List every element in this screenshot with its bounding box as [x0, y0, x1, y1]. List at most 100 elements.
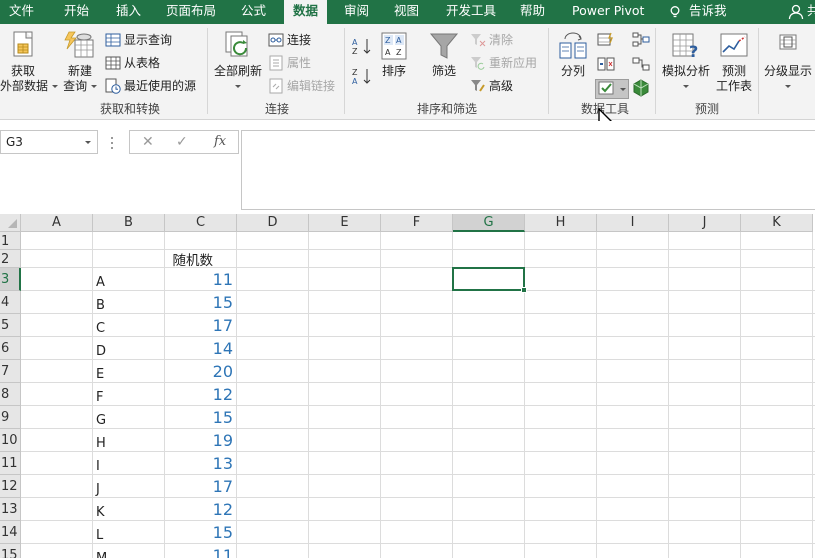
table-cell-c[interactable]: 15 [165, 407, 233, 428]
tab-review[interactable]: 审阅 [344, 0, 369, 24]
table-cell-c[interactable]: 14 [165, 338, 233, 359]
grid-line [308, 232, 309, 558]
table-cell-b[interactable]: H [96, 433, 106, 454]
table-cell-c[interactable]: 12 [165, 384, 233, 405]
row-header-12[interactable]: 12 [0, 475, 21, 498]
column-header-h[interactable]: H [525, 214, 597, 232]
tab-file[interactable]: 文件 [9, 0, 34, 24]
tab-power-pivot[interactable]: Power Pivot [572, 0, 644, 24]
table-cell-b[interactable]: J [96, 479, 100, 500]
column-header-k[interactable]: K [741, 214, 813, 232]
column-header-d[interactable]: D [237, 214, 309, 232]
filter-button[interactable]: 筛选 [424, 30, 464, 79]
enter-icon[interactable]: ✓ [176, 131, 188, 153]
table-cell-b[interactable]: F [96, 387, 103, 408]
table-cell-c[interactable]: 15 [165, 292, 233, 313]
table-cell-b[interactable]: K [96, 502, 105, 523]
remove-duplicates-button[interactable] [597, 56, 615, 75]
tab-view[interactable]: 视图 [394, 0, 419, 24]
row-header-2[interactable]: 2 [0, 250, 21, 268]
table-cell-b[interactable]: M [96, 548, 107, 558]
select-all-button[interactable] [0, 214, 21, 232]
table-cell-b[interactable]: B [96, 295, 105, 316]
text-to-columns-button[interactable]: 分列 [553, 30, 593, 79]
table-cell-c[interactable]: 11 [165, 269, 233, 290]
manage-data-model-button[interactable] [632, 79, 650, 100]
tab-formulas[interactable]: 公式 [241, 0, 266, 24]
flash-fill-button[interactable] [597, 32, 615, 51]
active-cell-selection[interactable] [452, 267, 527, 293]
row-header-5[interactable]: 5 [0, 314, 21, 337]
fill-handle[interactable] [521, 287, 527, 293]
row-header-3[interactable]: 3 [0, 268, 21, 291]
table-cell-c[interactable]: 15 [165, 522, 233, 543]
table-cell-b[interactable]: C [96, 318, 105, 339]
consolidate-button[interactable] [632, 32, 650, 51]
table-cell-c[interactable]: 17 [165, 315, 233, 336]
forecast-sheet-button[interactable]: 预测 工作表 [713, 30, 755, 94]
table-cell-c[interactable]: 13 [165, 453, 233, 474]
table-cell-b[interactable]: D [96, 341, 106, 362]
tab-help[interactable]: 帮助 [520, 0, 545, 24]
row-header-8[interactable]: 8 [0, 383, 21, 406]
consolidate-icon [632, 32, 650, 47]
outline-button[interactable]: 分级显示 [761, 30, 815, 94]
row-header-7[interactable]: 7 [0, 360, 21, 383]
row-header-1[interactable]: 1 [0, 232, 21, 250]
worksheet-grid[interactable]: A B C D E F G H I J K 1 2 3 4 5 6 7 8 9 10 11 12 13 14 15 随机数 A B C D E… [0, 214, 815, 558]
row-header-15[interactable]: 15 [0, 544, 21, 558]
column-header-j[interactable]: J [669, 214, 741, 232]
formula-input[interactable] [241, 130, 815, 210]
column-header-f[interactable]: F [381, 214, 453, 232]
tab-page-layout[interactable]: 页面布局 [166, 0, 216, 24]
row-header-10[interactable]: 10 [0, 429, 21, 452]
cancel-icon[interactable]: ✕ [142, 131, 154, 153]
table-cell-b[interactable]: L [96, 525, 103, 546]
row-header-14[interactable]: 14 [0, 521, 21, 544]
get-external-data-button[interactable]: 获取 外部数据 [0, 30, 58, 94]
refresh-all-button[interactable]: 全部刷新 [212, 30, 264, 94]
row-header-11[interactable]: 11 [0, 452, 21, 475]
grid-line [21, 249, 815, 250]
what-if-analysis-button[interactable]: ? 模拟分析 [660, 30, 712, 94]
column-header-c[interactable]: C [165, 214, 237, 232]
column-header-a[interactable]: A [21, 214, 93, 232]
column-header-e[interactable]: E [309, 214, 381, 232]
new-query-icon [64, 31, 94, 58]
column-header-g[interactable]: G [453, 214, 525, 232]
cell-c2-header[interactable]: 随机数 [167, 251, 214, 271]
row-header-4[interactable]: 4 [0, 291, 21, 314]
table-cell-b[interactable]: A [96, 272, 105, 293]
sort-button[interactable]: Z A A Z 排序 [376, 30, 412, 79]
row-header-6[interactable]: 6 [0, 337, 21, 360]
sort-descending-button[interactable]: ZA [352, 66, 374, 89]
table-cell-c[interactable]: 20 [165, 361, 233, 382]
new-query-button[interactable]: 新建 查询 [58, 30, 102, 94]
group-separator [548, 28, 549, 114]
insert-function-icon[interactable]: fx [214, 131, 226, 153]
data-validation-button[interactable] [595, 79, 629, 99]
formula-bar-resize-handle[interactable] [110, 135, 114, 151]
table-cell-b[interactable]: I [96, 456, 100, 477]
tab-home[interactable]: 开始 [64, 0, 89, 24]
table-cell-b[interactable]: G [96, 410, 106, 431]
tab-insert[interactable]: 插入 [116, 0, 141, 24]
column-header-b[interactable]: B [93, 214, 165, 232]
table-cell-c[interactable]: 11 [165, 545, 233, 558]
row-header-13[interactable]: 13 [0, 498, 21, 521]
table-cell-c[interactable]: 12 [165, 499, 233, 520]
row-header-9[interactable]: 9 [0, 406, 21, 429]
table-cell-c[interactable]: 19 [165, 430, 233, 451]
sort-ascending-button[interactable]: AZ [352, 36, 374, 59]
name-box[interactable]: G3 [0, 130, 98, 154]
grid-line [21, 267, 815, 268]
sort-dialog-icon: Z A A Z [381, 32, 407, 60]
tab-data[interactable]: 数据 [284, 0, 328, 24]
tab-developer[interactable]: 开发工具 [446, 0, 496, 24]
column-header-i[interactable]: I [597, 214, 669, 232]
relationships-button[interactable] [632, 56, 650, 75]
refresh-all-label: 全部刷新 [213, 64, 262, 78]
table-cell-b[interactable]: E [96, 364, 104, 385]
table-cell-c[interactable]: 17 [165, 476, 233, 497]
share-label: 共 [807, 3, 815, 18]
